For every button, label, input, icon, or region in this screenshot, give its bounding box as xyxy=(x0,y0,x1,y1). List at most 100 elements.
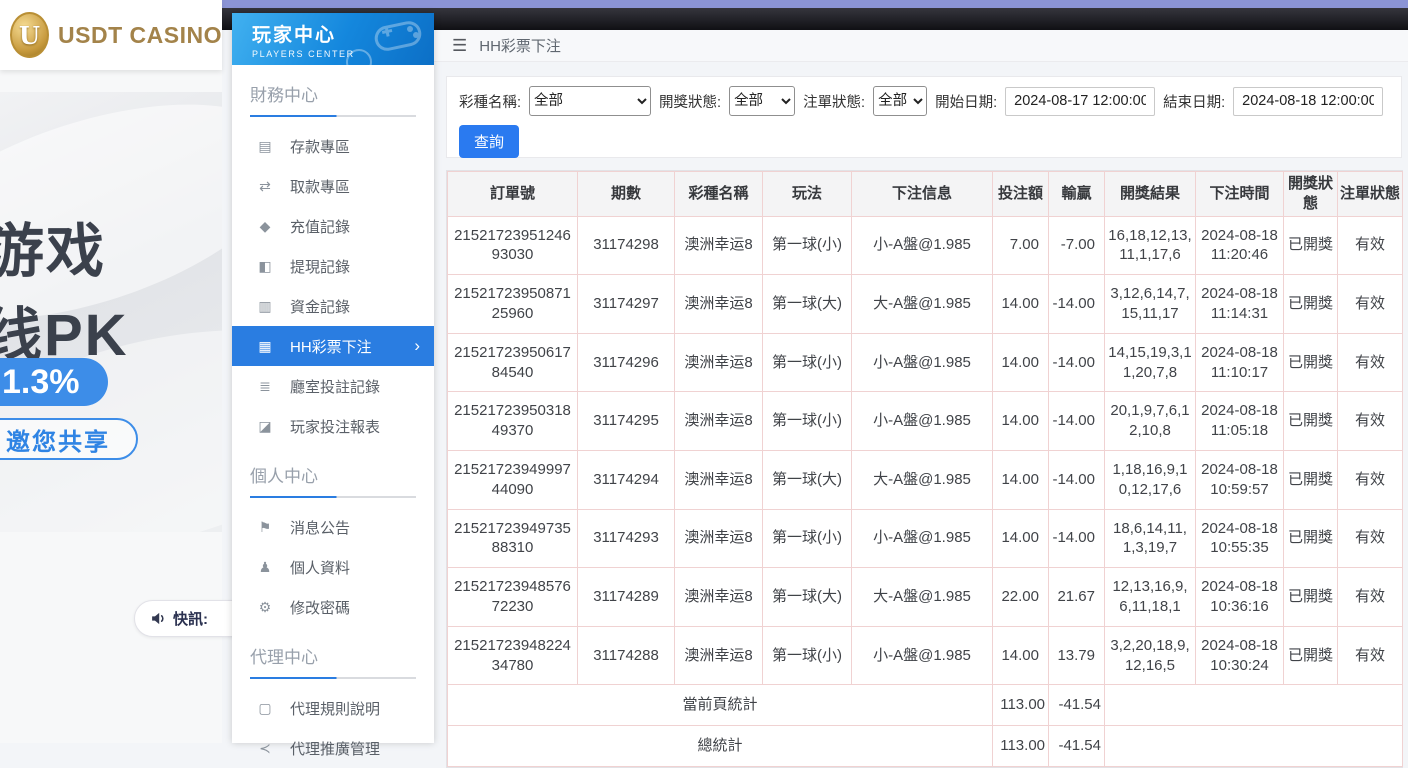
table-cell: 澳洲幸运8 xyxy=(675,509,763,568)
table-cell: -14.00 xyxy=(1049,450,1105,509)
table-cell: 有效 xyxy=(1338,626,1403,685)
sidebar-item-agent-rules[interactable]: ▢代理規則說明 xyxy=(232,688,434,728)
site-logo[interactable]: U USDT CASINO xyxy=(0,0,222,70)
table-cell: 澳洲幸运8 xyxy=(675,568,763,627)
search-button[interactable]: 查詢 xyxy=(459,125,519,158)
table-cell: 31174297 xyxy=(578,275,675,334)
promo-banner: 游戏 线PK 1.3% 邀您共享 xyxy=(0,92,222,532)
table-cell: 澳洲幸运8 xyxy=(675,333,763,392)
table-cell: 2024-08-18 11:14:31 xyxy=(1196,275,1284,334)
sidebar-header: 玩家中心 PLAYERS CENTER xyxy=(232,13,434,65)
promo-cta-button[interactable]: 邀您共享 xyxy=(0,418,138,460)
table-cell: 大-A盤@1.985 xyxy=(852,450,993,509)
sidebar-item-player-bet-report[interactable]: ◪玩家投注報表 xyxy=(232,406,434,446)
banknote-icon: ▥ xyxy=(256,298,274,315)
lottery-name-label: 彩種名稱: xyxy=(459,91,521,112)
table-row: 215217239499974409031174294澳洲幸运8第一球(大)大-… xyxy=(448,450,1403,509)
table-cell: 31174293 xyxy=(578,509,675,568)
end-date-label: 結束日期: xyxy=(1163,91,1225,112)
summary-bet-total: 113.00 xyxy=(993,726,1049,767)
table-cell: 31174289 xyxy=(578,568,675,627)
sidebar-item-profile[interactable]: ♟ 個人資料 xyxy=(232,547,434,587)
column-header: 訂單號 xyxy=(448,172,578,217)
table-cell: 2152172394857672230 xyxy=(448,568,578,627)
bell-icon: ⚑ xyxy=(256,519,274,536)
table-cell: 2024-08-18 10:36:16 xyxy=(1196,568,1284,627)
table-cell: 21.67 xyxy=(1049,568,1105,627)
sidebar-item-label: 個人資料 xyxy=(290,557,350,578)
coin-letter: U xyxy=(19,21,40,50)
sidebar-item-funds-records[interactable]: ▥資金記錄 xyxy=(232,286,434,326)
table-cell: 已開獎 xyxy=(1284,275,1338,334)
table-cell: 2152172395124693030 xyxy=(448,216,578,275)
table-cell: 2152172395031849370 xyxy=(448,392,578,451)
moneybag-icon: ◆ xyxy=(256,218,274,235)
user-icon: ♟ xyxy=(256,559,274,576)
sidebar-item-agent-promotion[interactable]: ≺代理推廣管理 xyxy=(232,728,434,768)
hand-money-icon: ⇄ xyxy=(256,178,274,195)
table-cell: 2024-08-18 10:55:35 xyxy=(1196,509,1284,568)
sidebar-item-label: 存款專區 xyxy=(290,136,350,157)
order-status-select[interactable]: 全部 xyxy=(873,86,927,116)
draw-status-select[interactable]: 全部 xyxy=(729,86,795,116)
end-date-input[interactable] xyxy=(1233,87,1383,116)
table-cell: 2152172394999744090 xyxy=(448,450,578,509)
table-cell: 12,13,16,9,6,11,18,1 xyxy=(1105,568,1196,627)
table-cell: 2152172394822434780 xyxy=(448,626,578,685)
table-cell: 大-A盤@1.985 xyxy=(852,568,993,627)
table-cell: 14.00 xyxy=(993,333,1049,392)
table-cell: 已開獎 xyxy=(1284,333,1338,392)
section-title: 代理中心 xyxy=(250,643,416,668)
sidebar-item-recharge-records[interactable]: ◆ 充值記錄 xyxy=(232,206,434,246)
column-header: 彩種名稱 xyxy=(675,172,763,217)
section-underline xyxy=(250,115,416,117)
table-cell: 小-A盤@1.985 xyxy=(852,392,993,451)
table-row: 215217239512469303031174298澳洲幸运8第一球(小)小-… xyxy=(448,216,1403,275)
column-header: 注單狀態 xyxy=(1338,172,1403,217)
table-cell: 31174296 xyxy=(578,333,675,392)
table-cell: 有效 xyxy=(1338,333,1403,392)
filter-panel: 彩種名稱: 全部 開獎狀態: 全部 注單狀態: 全部 開始日期: 結束日期: 查… xyxy=(446,76,1402,158)
sidebar-item-label: 玩家投注報表 xyxy=(290,416,380,437)
sidebar-item-room-bet-records[interactable]: ≣廳室投註記錄 xyxy=(232,366,434,406)
table-cell: 2024-08-18 11:05:18 xyxy=(1196,392,1284,451)
column-header: 輸贏 xyxy=(1049,172,1105,217)
table-cell: 22.00 xyxy=(993,568,1049,627)
sidebar-item-announcements[interactable]: ⚑ 消息公告 xyxy=(232,507,434,547)
sidebar-item-withdraw-zone[interactable]: ⇄取款專區 xyxy=(232,166,434,206)
table-header-row: 訂單號期數彩種名稱玩法下注信息投注額輸贏開獎結果下注時間開獎狀態注單狀態 xyxy=(448,172,1403,217)
start-date-input[interactable] xyxy=(1005,87,1155,116)
sidebar-item-change-password[interactable]: ⚙修改密碼 xyxy=(232,587,434,627)
table-cell: 2152172394973588310 xyxy=(448,509,578,568)
lottery-name-select[interactable]: 全部 xyxy=(529,86,651,116)
summary-empty-cell xyxy=(1105,685,1403,726)
draw-status-label: 開獎狀態: xyxy=(659,91,721,112)
table-cell: 第一球(大) xyxy=(763,568,852,627)
table-cell: 2152172395061784540 xyxy=(448,333,578,392)
table-cell: 2024-08-18 10:59:57 xyxy=(1196,450,1284,509)
section-underline xyxy=(250,677,416,679)
table-cell: 7.00 xyxy=(993,216,1049,275)
news-label: 快訊: xyxy=(173,608,208,629)
table-cell: 31174294 xyxy=(578,450,675,509)
table-cell: 小-A盤@1.985 xyxy=(852,333,993,392)
start-date-label: 開始日期: xyxy=(935,91,997,112)
hamburger-menu-icon[interactable]: ☰ xyxy=(452,36,467,56)
sidebar-item-label: 代理規則說明 xyxy=(290,698,380,719)
table-cell: 有效 xyxy=(1338,216,1403,275)
table-cell: 有效 xyxy=(1338,450,1403,509)
sidebar-item-label: 消息公告 xyxy=(290,517,350,538)
sidebar-item-hh-lottery-bets[interactable]: ▦HH彩票下注› xyxy=(232,326,434,366)
sidebar-item-label: 修改密碼 xyxy=(290,597,350,618)
table-cell: 第一球(小) xyxy=(763,333,852,392)
table-cell: 小-A盤@1.985 xyxy=(852,216,993,275)
sidebar-item-deposit-zone[interactable]: ▤存款專區 xyxy=(232,126,434,166)
table-cell: 13.79 xyxy=(1049,626,1105,685)
table-cell: 澳洲幸运8 xyxy=(675,275,763,334)
sidebar-item-label: 充值記錄 xyxy=(290,216,350,237)
sidebar-item-withdrawal-records[interactable]: ◧提現記錄 xyxy=(232,246,434,286)
column-header: 投注額 xyxy=(993,172,1049,217)
gamepad-icon xyxy=(372,17,424,57)
table-cell: 2024-08-18 11:10:17 xyxy=(1196,333,1284,392)
promo-rate-badge: 1.3% xyxy=(0,358,108,406)
